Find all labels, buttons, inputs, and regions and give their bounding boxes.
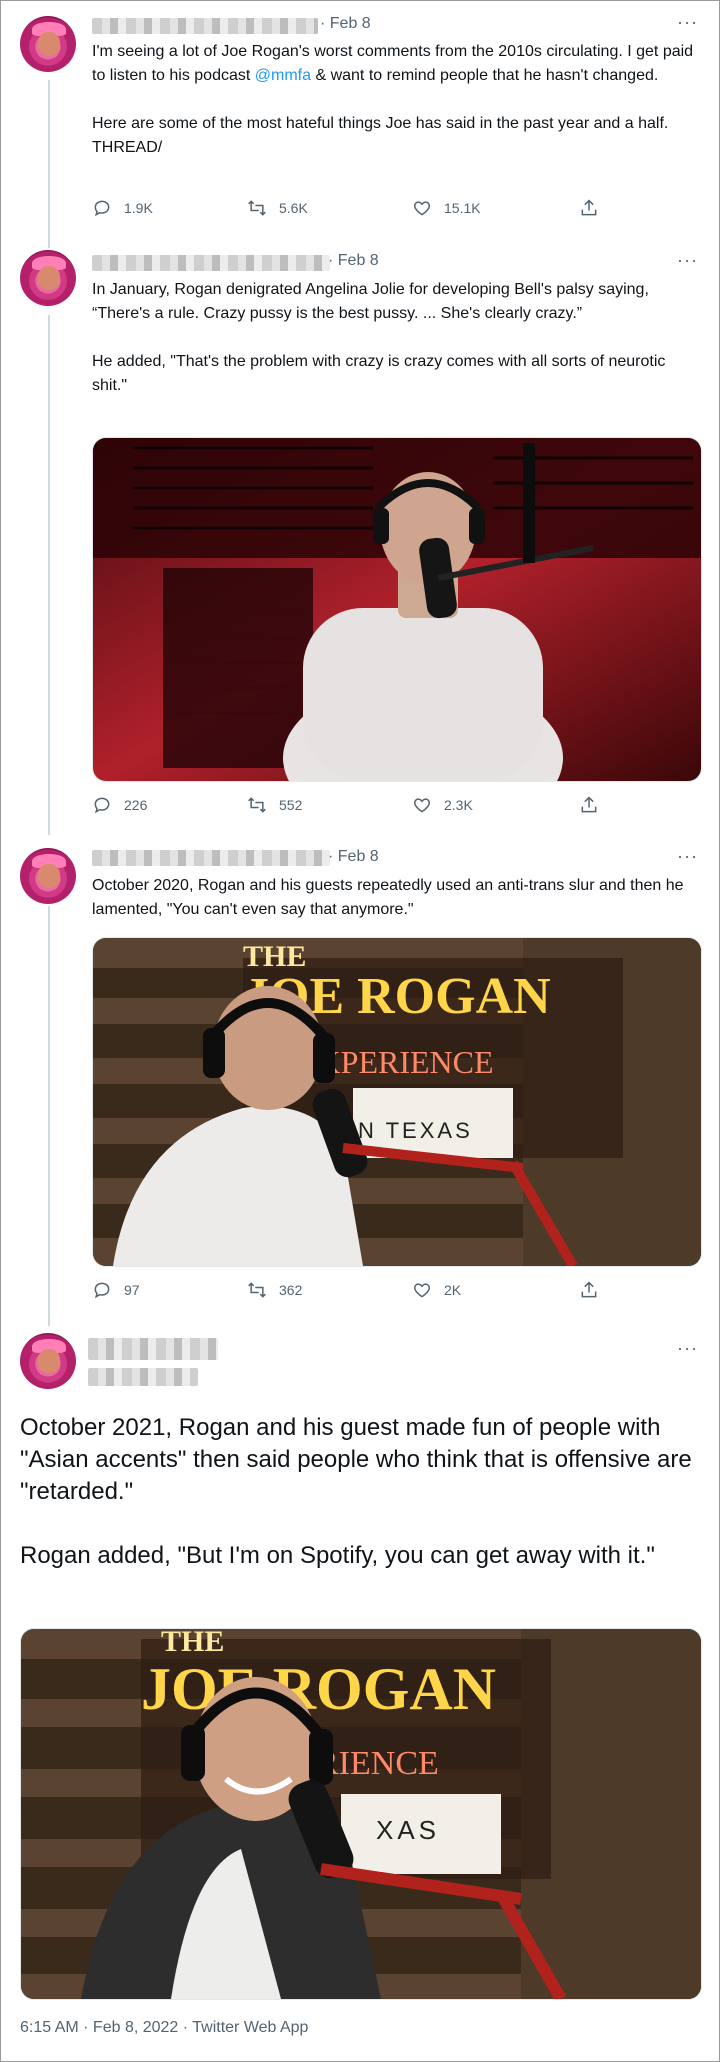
tweet-date[interactable]: · Feb 8 — [328, 848, 379, 866]
reply-icon — [94, 1282, 110, 1299]
reply-count: 226 — [124, 797, 148, 813]
reply-icon — [94, 797, 110, 814]
heart-icon — [413, 201, 431, 216]
sign-text: THE — [161, 1629, 224, 1658]
sign-text: N TEXAS — [358, 1118, 473, 1143]
like-button[interactable]: 2.3K — [412, 795, 473, 815]
retweet-icon — [248, 200, 266, 216]
blurred-username — [92, 255, 330, 271]
thread-line — [48, 906, 50, 1326]
podcast-sign-image: THE JOE ROGAN EXPERIENCE XAS — [21, 1629, 701, 1999]
reply-count: 1.9K — [124, 200, 153, 216]
more-icon[interactable]: ··· — [677, 846, 698, 867]
heart-icon — [413, 1283, 431, 1298]
mention-link[interactable]: @mmfa — [255, 67, 311, 84]
retweet-count: 362 — [279, 1282, 303, 1298]
more-icon[interactable]: ··· — [677, 250, 698, 271]
reply-icon — [94, 200, 110, 217]
share-button[interactable] — [579, 1280, 599, 1300]
like-count: 15.1K — [444, 200, 481, 216]
more-icon[interactable]: ··· — [677, 1338, 698, 1359]
tweet-actions: 97 362 2K — [92, 1280, 612, 1304]
tweet-text: In January, Rogan denigrated Angelina Jo… — [92, 281, 666, 394]
retweet-icon — [248, 797, 266, 813]
tweet-text: I'm seeing a lot of Joe Rogan's worst co… — [92, 40, 702, 160]
video-thumbnail[interactable] — [92, 437, 702, 782]
reply-button[interactable]: 97 — [92, 1280, 140, 1300]
thread-line — [48, 80, 50, 248]
podcast-sign-image: THE JOE ROGAN EXPERIENCE N TEXAS — [93, 938, 701, 1266]
like-button[interactable]: 15.1K — [412, 198, 481, 218]
podcast-studio-image — [93, 438, 701, 781]
retweet-count: 552 — [279, 797, 303, 813]
tweet-actions: 226 552 2.3K — [92, 795, 612, 819]
sign-text: JOE ROGAN — [141, 1656, 496, 1722]
more-icon[interactable]: ··· — [677, 12, 698, 33]
video-thumbnail[interactable]: THE JOE ROGAN EXPERIENCE XAS — [20, 1628, 702, 2000]
blurred-handle — [88, 1368, 198, 1386]
like-count: 2K — [444, 1282, 462, 1298]
tweet-timestamp[interactable]: 6:15 AM · Feb 8, 2022 · Twitter Web App — [20, 2019, 308, 2037]
like-count: 2.3K — [444, 797, 473, 813]
share-icon — [581, 796, 597, 813]
blurred-display-name — [88, 1338, 218, 1360]
share-button[interactable] — [579, 795, 599, 815]
tweet-date[interactable]: · Feb 8 — [328, 252, 379, 270]
avatar[interactable] — [20, 1333, 76, 1389]
blurred-username — [92, 850, 330, 866]
thread-line — [48, 315, 50, 835]
video-thumbnail[interactable]: THE JOE ROGAN EXPERIENCE N TEXAS — [92, 937, 702, 1267]
heart-icon — [413, 798, 431, 813]
like-button[interactable]: 2K — [412, 1280, 461, 1300]
tweet-text: October 2020, Rogan and his guests repea… — [92, 877, 688, 918]
retweet-button[interactable]: 362 — [247, 1280, 302, 1300]
avatar[interactable] — [20, 16, 76, 72]
reply-count: 97 — [124, 1282, 140, 1298]
retweet-button[interactable]: 552 — [247, 795, 302, 815]
share-icon — [581, 199, 597, 216]
reply-button[interactable]: 1.9K — [92, 198, 153, 218]
retweet-icon — [248, 1282, 266, 1298]
avatar[interactable] — [20, 250, 76, 306]
retweet-button[interactable]: 5.6K — [247, 198, 308, 218]
tweet-text: October 2021, Rogan and his guest made f… — [20, 1414, 692, 1569]
reply-button[interactable]: 226 — [92, 795, 147, 815]
share-icon — [581, 1281, 597, 1298]
blurred-username — [92, 18, 318, 34]
tweet-date[interactable]: · Feb 8 — [320, 15, 371, 33]
tweet-actions: 1.9K 5.6K 15.1K — [92, 198, 612, 222]
retweet-count: 5.6K — [279, 200, 308, 216]
sign-text: XAS — [376, 1815, 440, 1845]
avatar[interactable] — [20, 848, 76, 904]
share-button[interactable] — [579, 198, 599, 218]
